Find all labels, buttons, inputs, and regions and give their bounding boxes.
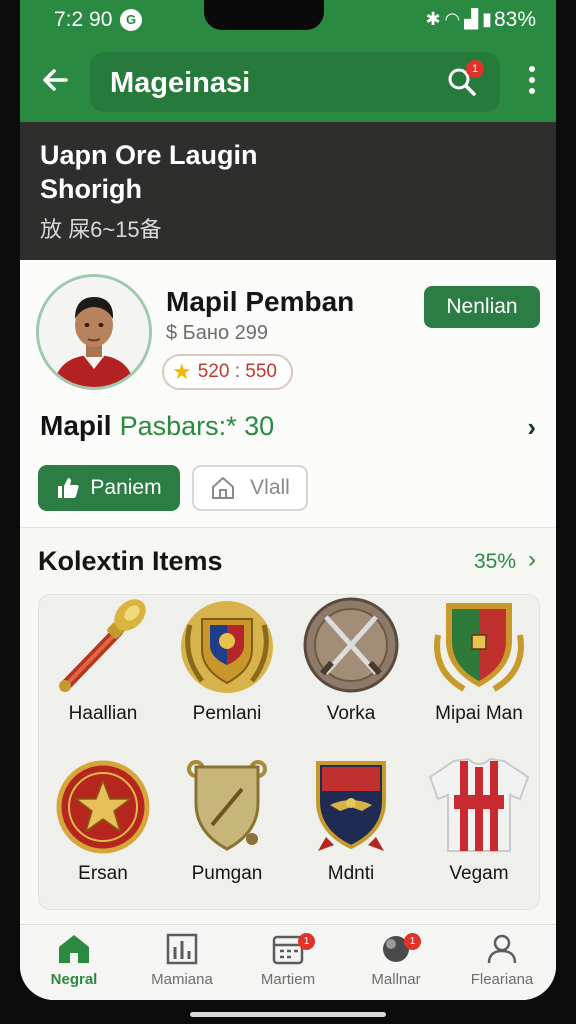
- house-outline-icon: [212, 477, 235, 499]
- thumbs-up-icon: [58, 478, 80, 498]
- back-arrow-icon: [43, 69, 68, 91]
- collection-item-label: Pemlani: [192, 703, 262, 724]
- search-badge: 1: [466, 60, 484, 78]
- like-label: Paniem: [90, 476, 162, 499]
- app-bar: Mageinasi 1: [20, 42, 556, 122]
- nav-item-fleariana[interactable]: Fleariana: [452, 933, 552, 997]
- home-indicator[interactable]: [190, 1012, 386, 1017]
- torch-icon: [59, 599, 146, 692]
- collection-item-label: Mdnti: [327, 863, 375, 884]
- collection-section: Kolextin Items 35% › Haallian Pemlani Vo…: [20, 528, 556, 924]
- collection-item[interactable]: Mipai Man: [419, 595, 539, 745]
- status-icons: ✱◠▟▮: [425, 9, 496, 30]
- collection-item[interactable]: Pemlani: [167, 595, 287, 745]
- nav-item-mamiana[interactable]: Mamiana: [132, 933, 232, 997]
- collection-item[interactable]: Haallian: [43, 595, 163, 745]
- nav-item-martiem[interactable]: 1 Martiem: [238, 933, 338, 997]
- status-bar: 7:2 90 G ✱◠▟▮ 83%: [20, 0, 556, 42]
- dot: [529, 88, 535, 94]
- star-icon: ★: [172, 359, 192, 384]
- banner-title-line2: Shorigh: [40, 174, 142, 204]
- search-bar[interactable]: Mageinasi 1: [90, 52, 500, 112]
- star-medal-icon: [56, 760, 150, 854]
- avatar[interactable]: [36, 274, 152, 390]
- collection-item-label: Haallian: [68, 703, 138, 724]
- bottom-navigation: Negral Mamiana 1 Martiem 1 Mallnar Flear…: [20, 924, 556, 1000]
- stats-value: Pasbars:* 30: [119, 411, 275, 441]
- profile-card: Mapil Pemban $ Бано 299 ★ 520 : 550 Nenl…: [20, 260, 556, 528]
- more-menu-button[interactable]: [522, 66, 542, 100]
- battery-percent: 83%: [493, 8, 536, 31]
- notification-icon: G: [120, 9, 142, 31]
- banner-title: Uapn Ore Laugin: [40, 140, 258, 170]
- profile-subtitle: $ Бано 299: [166, 322, 269, 344]
- mail-label: Vlall: [250, 476, 290, 499]
- collection-item-label: Vorka: [326, 703, 376, 724]
- collection-item[interactable]: Ersan: [43, 755, 163, 905]
- bronze-shield-icon: [187, 760, 267, 851]
- collection-item-label: Vegam: [449, 863, 509, 884]
- points-badge: ★ 520 : 550: [162, 354, 293, 390]
- collection-title: Kolextin Items: [38, 546, 223, 576]
- stats-name: Mapil: [40, 410, 112, 441]
- player-avatar-icon: [39, 277, 149, 387]
- camera-notch: [204, 0, 324, 30]
- search-title: Mageinasi: [110, 67, 251, 99]
- nav-label: Negral: [50, 971, 98, 988]
- collection-item[interactable]: Vegam: [419, 755, 539, 905]
- jersey-icon: [428, 757, 530, 852]
- nav-label: Martiem: [260, 971, 316, 988]
- chevron-right-icon[interactable]: ›: [528, 546, 536, 574]
- shield-crest-icon: [181, 601, 273, 693]
- collection-item[interactable]: Pumgan: [167, 755, 287, 905]
- chart-icon: [166, 933, 198, 965]
- bluetooth-icon: ✱: [425, 9, 445, 29]
- nav-badge: 1: [298, 933, 315, 950]
- home-icon: [59, 935, 89, 963]
- eagle-shield-icon: [316, 761, 386, 851]
- signal-icon: ▟: [464, 9, 483, 29]
- phone-screen: 7:2 90 G ✱◠▟▮ 83% Mageinasi 1 Uapn Ore L…: [20, 0, 556, 1000]
- collection-item-label: Pumgan: [191, 863, 263, 884]
- profile-name: Mapil Pemban: [166, 286, 355, 317]
- header-banner: Uapn Ore Laugin Shorigh 放 屎6~15备: [20, 122, 556, 260]
- points-value: 520 : 550: [197, 361, 277, 382]
- follow-button[interactable]: Nenlian: [424, 286, 540, 328]
- dot: [529, 77, 535, 83]
- mail-button[interactable]: Vlall: [192, 465, 308, 511]
- nav-label: Mamiana: [151, 971, 213, 988]
- nav-label: Mallnar: [371, 971, 421, 988]
- chevron-right-icon: ›: [527, 412, 536, 442]
- collection-item[interactable]: Vorka: [291, 595, 411, 745]
- stats-row[interactable]: Mapil Pasbars:* 30 ›: [40, 410, 536, 450]
- collection-item[interactable]: Mdnti: [291, 755, 411, 905]
- back-button[interactable]: [34, 60, 76, 102]
- profile-icon: [487, 934, 517, 964]
- collection-item-label: Mipai Man: [435, 703, 523, 724]
- nav-label: Fleariana: [470, 971, 534, 988]
- nav-badge: 1: [404, 933, 421, 950]
- banner-subtitle: 放 屎6~15备: [40, 217, 162, 242]
- collection-percent[interactable]: 35%: [474, 550, 516, 574]
- green-red-crest-icon: [434, 603, 524, 692]
- collection-grid: Haallian Pemlani Vorka Mipai Man Ersan P…: [38, 594, 540, 910]
- like-button[interactable]: Paniem: [38, 465, 180, 511]
- wifi-icon: ◠: [444, 9, 465, 29]
- dot: [529, 66, 535, 72]
- status-time: 7:2 90: [54, 8, 113, 31]
- nav-item-negral[interactable]: Negral: [24, 933, 124, 997]
- nav-item-mallnar[interactable]: 1 Mallnar: [346, 933, 446, 997]
- crossed-swords-coin-icon: [303, 597, 399, 693]
- collection-item-label: Ersan: [78, 863, 128, 884]
